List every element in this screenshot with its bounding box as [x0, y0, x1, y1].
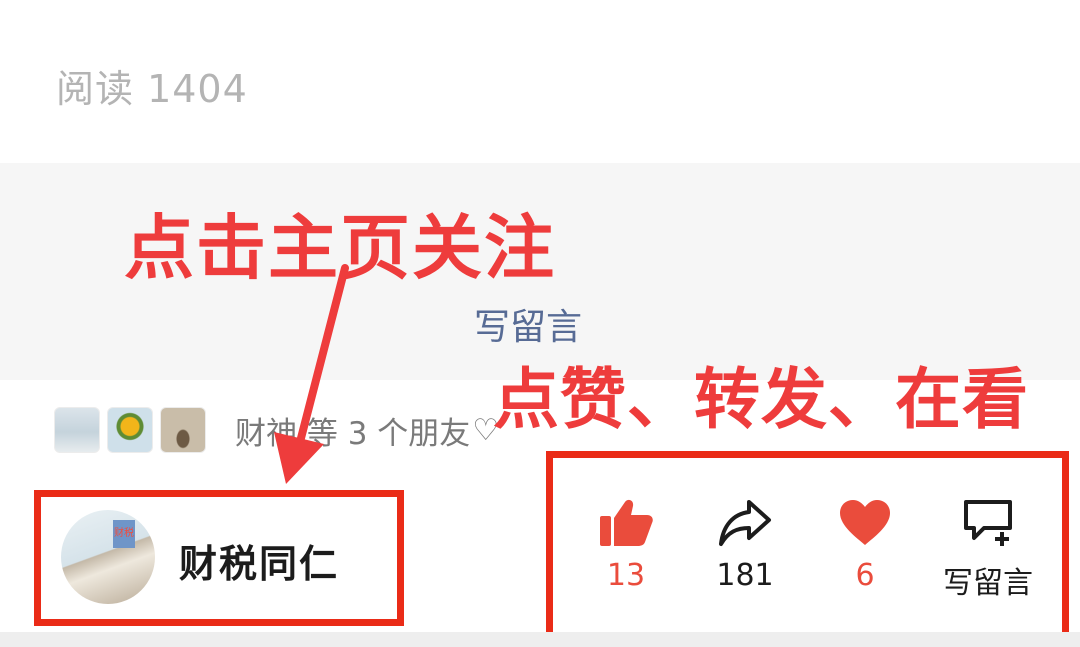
account-card-highlight[interactable]: 财税 财税同仁 — [34, 490, 404, 626]
comment-add-icon — [964, 500, 1012, 546]
actions-annotation: 点赞、转发、在看 — [493, 361, 1029, 438]
write-comment-label: 写留言 — [943, 566, 1033, 601]
follow-annotation: 点击主页关注 — [124, 207, 556, 289]
heart-icon — [840, 500, 890, 545]
avatar-badge: 财税 — [113, 520, 135, 548]
account-avatar[interactable]: 财税 — [61, 510, 155, 604]
actions-highlight: 13 181 6 写留言 — [546, 451, 1069, 639]
read-count: 阅读 1404 — [56, 67, 248, 111]
share-count: 181 — [716, 558, 774, 593]
friend-avatar[interactable] — [160, 407, 206, 453]
thumbs-up-icon — [600, 499, 653, 546]
friend-avatar[interactable] — [107, 407, 153, 453]
bottom-divider — [0, 632, 1080, 647]
like-button[interactable]: 13 — [566, 498, 686, 593]
share-arrow-icon — [719, 500, 771, 546]
write-comment-link[interactable]: 写留言 — [474, 298, 582, 350]
friends-liked-text: 财神 等 3 个朋友 — [235, 415, 471, 452]
share-button[interactable]: 181 — [685, 498, 805, 593]
wow-count: 6 — [855, 558, 875, 593]
friend-avatar[interactable] — [54, 407, 100, 453]
account-name[interactable]: 财税同仁 — [179, 533, 339, 588]
like-count: 13 — [606, 558, 646, 593]
write-comment-button[interactable]: 写留言 — [928, 498, 1048, 602]
friends-who-liked-row[interactable]: 财神 等 3 个朋友 ♡ — [54, 406, 499, 454]
wow-button[interactable]: 6 — [805, 498, 925, 593]
